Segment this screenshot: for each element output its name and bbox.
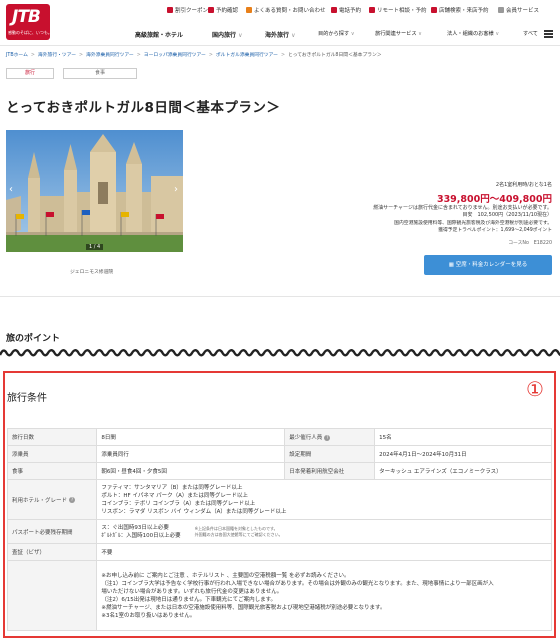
label-hotels: 利用ホテル・グレード? bbox=[6, 479, 98, 520]
monastery-image bbox=[6, 130, 183, 252]
label-airline: 日本発着利用航空会社 bbox=[284, 462, 376, 480]
chevron-down-icon: ∨ bbox=[291, 32, 296, 39]
value-meals: 朝6回・昼食4回・夕食5回 bbox=[96, 462, 286, 480]
tour-photo[interactable]: ‹ › 1 / 4 bbox=[6, 130, 183, 252]
chevron-down-icon: ∨ bbox=[418, 31, 422, 37]
price-basis: 2名1室利用時/おとな1名 bbox=[495, 182, 552, 188]
table-row: 査証（ビザ） 不要 bbox=[6, 543, 552, 561]
util-store[interactable]: 店舗検索・来店予約 bbox=[431, 6, 489, 14]
tab-travel[interactable]: 旅行 bbox=[6, 68, 54, 79]
course-number: コースNo E18220 bbox=[508, 241, 552, 246]
label-visa: 査証（ビザ） bbox=[6, 543, 98, 561]
breadcrumb: JTBホーム > 海外旅行・ツアー > 海外添乗員同行ツアー > ヨーロッパ添乗員同行ツアー… bbox=[6, 53, 382, 58]
table-row: パスポート必要残存期間 ス：ぐ出国時93日以上必要 ﾎﾟﾙﾄｶﾞﾙ：入国時100… bbox=[6, 519, 552, 544]
nav-luxury[interactable]: 高級旅館・ホテル bbox=[135, 30, 183, 39]
breadcrumb-item[interactable]: 海外旅行・ツアー bbox=[38, 53, 76, 58]
member-icon bbox=[498, 7, 504, 13]
chevron-right-icon[interactable]: › bbox=[174, 184, 178, 195]
util-faq[interactable]: よくある質問・お問い合わせ bbox=[246, 6, 326, 14]
label-meals: 食事 bbox=[6, 462, 98, 480]
breadcrumb-item[interactable]: JTBホーム bbox=[6, 53, 28, 58]
util-reservation[interactable]: 予約確認 bbox=[208, 6, 238, 14]
site-header: JTB 感動のそばに、いつも。 割引クーポン 予約確認 よくある質問・お問い合わ… bbox=[0, 0, 560, 46]
breadcrumb-item[interactable]: ヨーロッパ添乗員同行ツアー bbox=[144, 53, 206, 58]
store-icon bbox=[431, 7, 437, 13]
help-icon[interactable]: ? bbox=[324, 434, 331, 441]
phone-icon bbox=[331, 7, 337, 13]
wave-divider bbox=[0, 349, 560, 357]
help-icon[interactable]: ? bbox=[69, 497, 76, 503]
breadcrumb-current: とっておきポルトガル8日間＜基本プラン＞ bbox=[287, 53, 382, 58]
logo-tagline: 感動のそばに、いつも。 bbox=[8, 30, 52, 35]
nav-purpose[interactable]: 目的から探す ∨ bbox=[318, 30, 355, 37]
photo-counter: 1 / 4 bbox=[86, 244, 104, 250]
calendar-icon bbox=[208, 7, 214, 13]
remote-icon bbox=[369, 7, 375, 13]
label-escort: 添乗員 bbox=[6, 445, 98, 463]
conditions-heading: 旅行条件 bbox=[7, 393, 47, 404]
price-range: 339,800円～409,800円 bbox=[436, 194, 552, 205]
annotation-badge: ① bbox=[526, 377, 544, 401]
value-notes: ※お申し込み前に ご案内とご注意 、ホテルリスト 、主要国の空港税額一覧 を必ず… bbox=[96, 560, 552, 631]
calendar-button[interactable]: ▦ 空席・料金カレンダーを見る bbox=[424, 255, 552, 275]
value-period: 2024年4月1日～2024年10月31日 bbox=[374, 445, 552, 463]
page-title: とっておきポルトガル8日間＜基本プラン＞ bbox=[6, 100, 281, 116]
logo-mark: JTB bbox=[12, 7, 41, 27]
label-period: 設定期間 bbox=[284, 445, 376, 463]
coupon-icon bbox=[167, 7, 173, 13]
breadcrumb-item[interactable]: ポルトガル添乗員同行ツアー bbox=[216, 53, 278, 58]
nav-services[interactable]: 旅行関連サービス ∨ bbox=[375, 30, 422, 37]
value-min-participants: 15名 bbox=[374, 428, 552, 446]
divider bbox=[0, 296, 560, 297]
label-passport: パスポート必要残存期間 bbox=[6, 519, 98, 544]
label-notes bbox=[6, 560, 98, 631]
points-heading: 旅のポイント bbox=[6, 334, 61, 344]
value-escort: 添乗員同行 bbox=[96, 445, 286, 463]
jtb-logo[interactable]: JTB 感動のそばに、いつも。 bbox=[6, 4, 52, 40]
conditions-table: 旅行日数 8日間 最少催行人員? 15名 添乗員 添乗員同行 設定期間 2024… bbox=[6, 428, 552, 631]
value-visa: 不要 bbox=[96, 543, 552, 561]
surcharge-note: 燃油サーチャージは旅行代金に含まれておりません。別途お支払いが必要です。 bbox=[373, 205, 552, 211]
value-airline: ターキッシュ エアラインズ（エコノミークラス） bbox=[374, 462, 552, 480]
util-remote[interactable]: リモート相談・予約 bbox=[369, 6, 427, 14]
value-passport: ス：ぐ出国時93日以上必要 ﾎﾟﾙﾄｶﾞﾙ：入国時100日以上必要 ※上記条件は… bbox=[96, 519, 552, 544]
chevron-down-icon: ∨ bbox=[238, 32, 243, 39]
chevron-left-icon[interactable]: ‹ bbox=[9, 184, 13, 195]
tab-meals[interactable]: 食事 bbox=[63, 68, 137, 79]
surcharge-estimate: 目安 102,500円（2023/11/10現在） bbox=[462, 212, 553, 218]
nav-corporate[interactable]: 法人・組織のお客様 ∨ bbox=[447, 30, 499, 37]
tax-note: 国内空港施設使用料等、国際観光旅客税及び海外空港税が別途必要です。 獲得予定トラ… bbox=[394, 221, 552, 233]
question-icon bbox=[246, 7, 252, 13]
photo-caption: ジェロニモス修道院 bbox=[70, 270, 114, 275]
table-row: 旅行日数 8日間 最少催行人員? 15名 bbox=[6, 428, 552, 446]
breadcrumb-item[interactable]: 海外添乗員同行ツアー bbox=[86, 53, 134, 58]
label-duration: 旅行日数 bbox=[6, 428, 98, 446]
nav-overseas[interactable]: 海外旅行 ∨ bbox=[265, 30, 296, 39]
menu-icon[interactable] bbox=[544, 30, 553, 38]
table-row: 添乗員 添乗員同行 設定期間 2024年4月1日～2024年10月31日 bbox=[6, 445, 552, 463]
label-min-participants: 最少催行人員? bbox=[284, 428, 376, 446]
chevron-down-icon: ∨ bbox=[495, 31, 500, 37]
value-hotels: ファティマ：サンタマリア（B）または同等グレード以上 ポルト：HF イパネマ パ… bbox=[96, 479, 552, 520]
table-row: 利用ホテル・グレード? ファティマ：サンタマリア（B）または同等グレード以上 ポ… bbox=[6, 479, 552, 520]
chevron-down-icon: ∨ bbox=[350, 31, 355, 37]
util-member[interactable]: 会員サービス bbox=[498, 6, 539, 14]
nav-all[interactable]: すべて bbox=[523, 30, 538, 37]
calendar-icon: ▦ bbox=[448, 262, 456, 268]
table-row: ※お申し込み前に ご案内とご注意 、ホテルリスト 、主要国の空港税額一覧 を必ず… bbox=[6, 560, 552, 631]
table-row: 食事 朝6回・昼食4回・夕食5回 日本発着利用航空会社 ターキッシュ エアライン… bbox=[6, 462, 552, 480]
util-coupon[interactable]: 割引クーポン bbox=[167, 6, 208, 14]
util-phone[interactable]: 電話予約 bbox=[331, 6, 361, 14]
value-duration: 8日間 bbox=[96, 428, 286, 446]
nav-domestic[interactable]: 国内旅行 ∨ bbox=[212, 30, 243, 39]
